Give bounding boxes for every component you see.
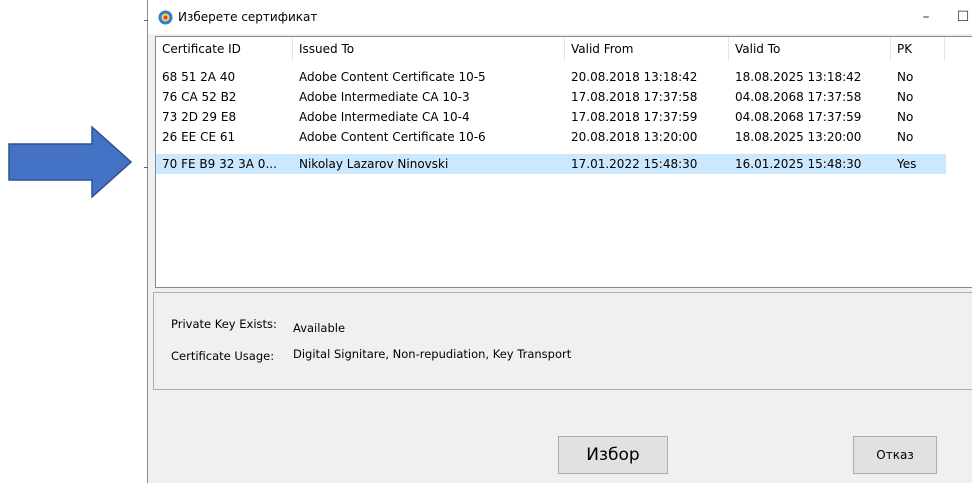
certificate-details-panel: Private Key Exists: Available Certificat…: [153, 292, 972, 390]
cell-valid-from: 17.01.2022 15:48:30: [571, 157, 698, 171]
table-row-selected[interactable]: 70 FE B9 32 3A 0... Nikolay Lazarov Nino…: [156, 154, 946, 174]
cell-valid-to: 04.08.2068 17:37:58: [735, 90, 862, 104]
cell-pk: Yes: [897, 157, 917, 171]
column-header-valid-from[interactable]: Valid From: [565, 37, 729, 61]
select-button[interactable]: Избор: [558, 436, 668, 474]
window-title: Изберете сертификат: [178, 10, 318, 24]
cell-pk: No: [897, 130, 914, 144]
cell-valid-from: 17.08.2018 17:37:58: [571, 90, 698, 104]
table-row[interactable]: 68 51 2A 40 Adobe Content Certificate 10…: [156, 67, 972, 87]
cell-issued-to: Adobe Intermediate CA 10-3: [299, 90, 470, 104]
cell-certificate-id: 68 51 2A 40: [162, 70, 236, 84]
table-row[interactable]: 76 CA 52 B2 Adobe Intermediate CA 10-3 1…: [156, 87, 972, 107]
window-edge-mark: [144, 167, 148, 168]
certificate-usage-label: Certificate Usage:: [171, 349, 275, 363]
table-row[interactable]: 26 EE CE 61 Adobe Content Certificate 10…: [156, 127, 972, 147]
column-header-issued-to[interactable]: Issued To: [293, 37, 565, 61]
cell-valid-to: 18.08.2025 13:18:42: [735, 70, 862, 84]
cell-valid-from: 20.08.2018 13:18:42: [571, 70, 698, 84]
maximize-button[interactable]: ☐: [943, 4, 972, 30]
cell-valid-from: 17.08.2018 17:37:59: [571, 110, 698, 124]
arrow-right-icon: [8, 126, 133, 198]
app-icon: [158, 10, 173, 25]
certificate-usage-value: Digital Signitare, Non-repudiation, Key …: [293, 347, 572, 361]
cell-certificate-id: 73 2D 29 E8: [162, 110, 237, 124]
cell-valid-to: 04.08.2068 17:37:59: [735, 110, 862, 124]
private-key-value: Available: [293, 321, 346, 335]
list-header: Certificate ID Issued To Valid From Vali…: [156, 37, 972, 61]
cancel-button[interactable]: Отказ: [853, 436, 937, 474]
cell-pk: No: [897, 90, 914, 104]
column-header-certificate-id[interactable]: Certificate ID: [156, 37, 293, 61]
column-header-valid-to[interactable]: Valid To: [729, 37, 891, 61]
certificate-list[interactable]: Certificate ID Issued To Valid From Vali…: [155, 36, 972, 288]
certificate-dialog: Изберете сертификат – ☐ Certificate ID I…: [144, 0, 972, 483]
cell-valid-to: 16.01.2025 15:48:30: [735, 157, 862, 171]
title-bar: Изберете сертификат – ☐: [148, 0, 972, 34]
minimize-button[interactable]: –: [906, 4, 946, 30]
private-key-label: Private Key Exists:: [171, 317, 277, 331]
cell-valid-from: 20.08.2018 13:20:00: [571, 130, 698, 144]
cell-issued-to: Nikolay Lazarov Ninovski: [299, 157, 449, 171]
column-header-pk[interactable]: PK: [891, 37, 945, 61]
cell-valid-to: 18.08.2025 13:20:00: [735, 130, 862, 144]
cell-issued-to: Adobe Content Certificate 10-5: [299, 70, 486, 84]
cell-certificate-id: 26 EE CE 61: [162, 130, 236, 144]
cell-pk: No: [897, 110, 914, 124]
cell-issued-to: Adobe Intermediate CA 10-4: [299, 110, 470, 124]
cell-pk: No: [897, 70, 914, 84]
table-row[interactable]: 73 2D 29 E8 Adobe Intermediate CA 10-4 1…: [156, 107, 972, 127]
cell-certificate-id: 70 FE B9 32 3A 0...: [162, 157, 277, 171]
cell-certificate-id: 76 CA 52 B2: [162, 90, 237, 104]
cell-issued-to: Adobe Content Certificate 10-6: [299, 130, 486, 144]
